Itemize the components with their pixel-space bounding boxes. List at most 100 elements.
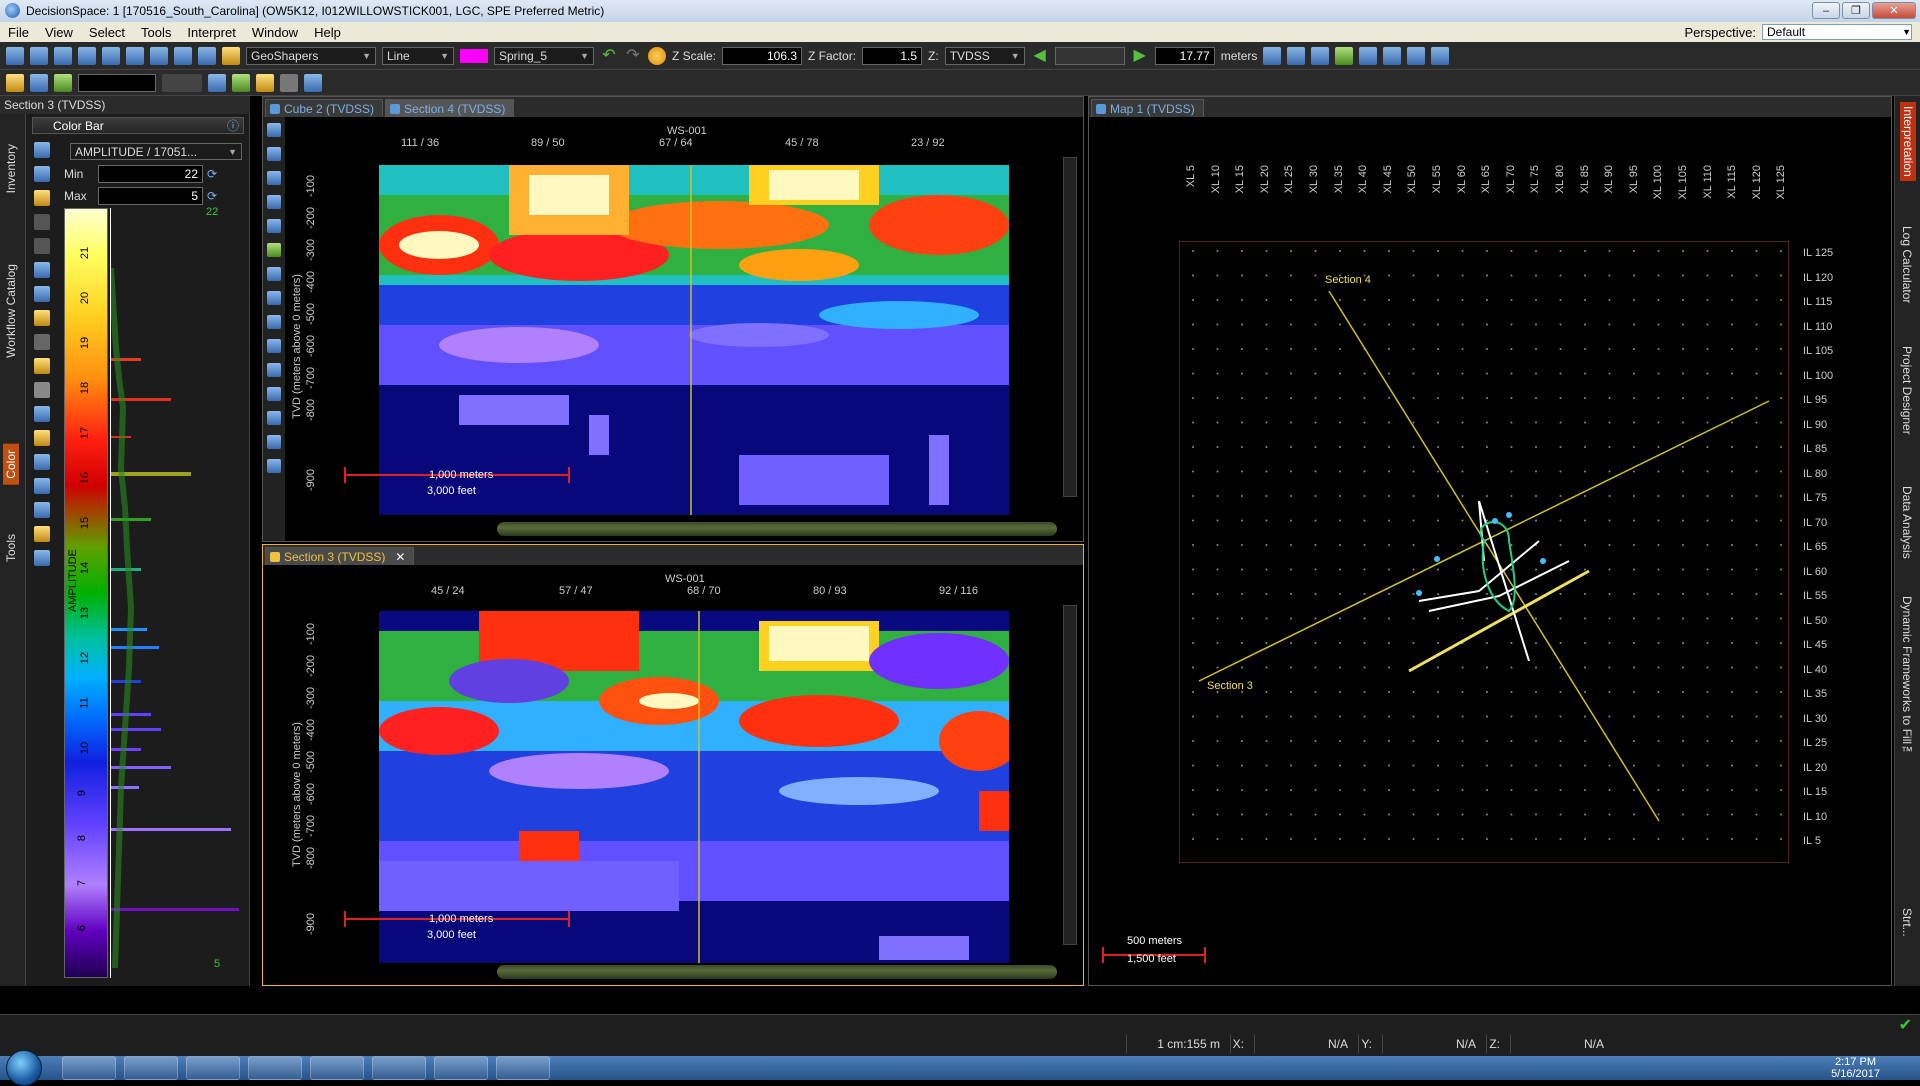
redo-color-icon[interactable] [34,238,50,254]
tab-dynamic-frameworks[interactable]: Dynamic Frameworks to Fill™ [1900,596,1914,758]
pick-icon[interactable] [267,291,281,305]
ruler-icon[interactable] [267,219,281,233]
layout-icon[interactable] [1407,46,1426,65]
paint-icon[interactable] [267,435,281,449]
distance-input[interactable]: 17.77 [1154,46,1215,65]
copy-icon[interactable] [78,46,96,65]
redo-icon[interactable]: ↷ [624,47,642,65]
slider-icon[interactable] [162,73,202,92]
tab-inventory[interactable]: Inventory [4,144,18,193]
refresh-icon[interactable] [34,166,50,182]
app-icon-3[interactable] [372,1056,426,1080]
explorer-icon[interactable] [124,1056,178,1080]
select-icon[interactable] [102,46,120,65]
minimize-button[interactable]: – [1812,2,1840,19]
step-slider[interactable] [1054,46,1125,65]
min-reset-icon[interactable]: ⟳ [207,167,217,181]
pin-icon[interactable] [1335,46,1354,65]
snap-icon[interactable] [232,73,250,92]
rotate-icon[interactable] [267,171,281,185]
range-icon[interactable] [34,406,50,422]
section3-vscrollbar[interactable] [1063,605,1077,945]
eyedropper-icon[interactable] [34,334,50,350]
maximize-button[interactable]: ❐ [1842,2,1870,19]
align-icon[interactable] [256,73,274,92]
lock-icon[interactable] [34,430,50,446]
tab-strt[interactable]: Strt... [1900,908,1914,937]
colorbar-bottom-marker[interactable]: 5 [214,958,220,970]
interpret-icon[interactable] [6,73,24,92]
layers-icon[interactable] [34,502,50,518]
chrome-icon[interactable] [248,1056,302,1080]
tab-project-designer[interactable]: Project Designer [1900,346,1914,435]
zoom-in-icon[interactable] [267,123,281,137]
undo-color-icon[interactable] [34,214,50,230]
section4-map-label[interactable]: Section 4 [1325,274,1371,286]
tab-section-3[interactable]: Section 3 (TVDSS) ✕ [265,547,415,565]
brush-icon[interactable] [267,459,281,473]
menu-file[interactable]: File [0,25,37,40]
horizon-icon[interactable] [267,243,281,257]
info-icon[interactable]: ⓘ [227,117,239,134]
arrow-right-icon[interactable] [1263,46,1282,65]
gray-icon[interactable] [34,382,50,398]
attribute-combo[interactable]: AMPLITUDE / 17051... ▼ [70,143,242,160]
tile-icon[interactable] [1383,46,1402,65]
app-icon-2[interactable] [310,1056,364,1080]
z-domain-combo[interactable]: TVDSS ▼ [944,46,1025,65]
close-button[interactable]: ✕ [1872,2,1916,19]
line-color-swatch[interactable] [460,48,488,63]
max-reset-icon[interactable]: ⟳ [207,189,217,203]
step-back-icon[interactable]: ◀ [1031,47,1049,65]
fit-icon[interactable] [267,195,281,209]
zoom-box-icon[interactable] [267,147,281,161]
zfactor-input[interactable]: 1.5 [862,46,923,65]
home-icon[interactable] [1287,46,1306,65]
amplitude-colorbar[interactable]: 21 20 19 18 17 16 15 14 13 12 11 10 9 8 … [64,208,108,978]
colorbar-top-marker[interactable]: 22 [206,206,218,218]
decisionspace-icon[interactable] [496,1056,550,1080]
clock[interactable]: 2:17 PM 5/16/2017 [1831,1056,1880,1080]
save-icon[interactable] [54,46,72,65]
menu-view[interactable]: View [37,25,81,40]
value-input[interactable] [78,73,156,92]
cube-hscrollbar[interactable] [497,522,1057,536]
tab-close-icon[interactable]: ✕ [395,550,405,564]
menu-window[interactable]: Window [244,25,306,40]
stack-icon[interactable] [34,478,50,494]
split-icon[interactable] [34,454,50,470]
pan-icon[interactable] [126,46,144,65]
section3-map-label[interactable]: Section 3 [1207,680,1253,692]
cube-vscrollbar[interactable] [1063,157,1077,497]
arrow-down-icon[interactable] [267,315,281,329]
camera-icon[interactable] [198,46,216,65]
monitor-icon[interactable] [1431,46,1450,65]
window-icon[interactable] [1359,46,1378,65]
columns-icon[interactable] [304,73,322,92]
zscale-input[interactable]: 106.3 [722,46,803,65]
tab-interpretation[interactable]: Interpretation [1900,102,1916,181]
log-icon[interactable] [30,73,48,92]
lasso-icon[interactable] [267,339,281,353]
light-icon[interactable] [648,46,666,65]
colormap-combo[interactable]: Spring_5 ▼ [494,46,594,65]
list-icon[interactable] [280,73,298,92]
geoshapers-combo[interactable]: GeoShapers ▼ [246,46,376,65]
tab-workflow-catalog[interactable]: Workflow Catalog [4,264,18,358]
flip-icon[interactable] [34,262,50,278]
tab-cube-2[interactable]: Cube 2 (TVDSS) [265,99,384,117]
grid-icon[interactable] [267,363,281,377]
tab-data-analysis[interactable]: Data Analysis [1900,486,1914,559]
max-input[interactable]: 5 [98,187,203,205]
start-button[interactable] [6,1050,42,1086]
crosshair-icon[interactable] [208,73,226,92]
perspective-select[interactable]: Default ▼ [1762,24,1912,40]
fault-icon[interactable] [267,267,281,281]
eraser-icon[interactable] [267,411,281,425]
bookmark-icon[interactable] [1311,46,1330,65]
tab-color[interactable]: Color [3,444,19,485]
tab-tools[interactable]: Tools [4,534,18,562]
settings-icon[interactable] [34,286,50,302]
section3-hscrollbar[interactable] [497,965,1057,979]
stack-view-icon[interactable] [267,387,281,401]
